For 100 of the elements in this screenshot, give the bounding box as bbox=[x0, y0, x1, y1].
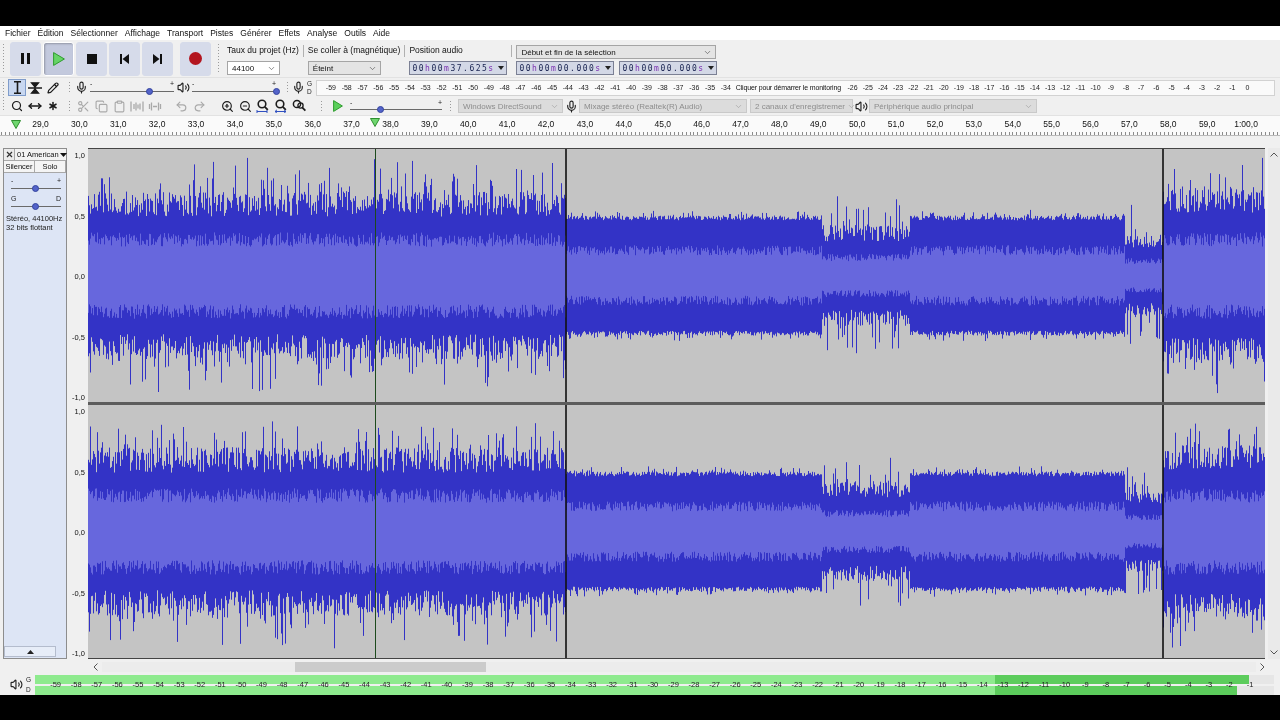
stop-button[interactable] bbox=[76, 41, 107, 76]
copy-icon bbox=[94, 99, 108, 113]
zoom-fit-selection-icon bbox=[256, 99, 270, 113]
menu-item[interactable]: Effets bbox=[278, 28, 301, 38]
menu-item[interactable]: Édition bbox=[37, 28, 64, 38]
time-label: 31,0 bbox=[109, 119, 127, 129]
menu-item[interactable]: Transport bbox=[167, 28, 204, 38]
scissors-icon bbox=[76, 99, 90, 113]
toolbar-grip-handle[interactable] bbox=[68, 100, 72, 112]
waveform-silence-icon bbox=[148, 100, 162, 112]
pause-icon bbox=[21, 53, 30, 64]
toolbar-grip-handle[interactable] bbox=[449, 100, 453, 112]
pencil-icon bbox=[47, 81, 59, 94]
menu-item[interactable]: Analyse bbox=[307, 28, 338, 38]
time-label: 43,0 bbox=[576, 119, 594, 129]
time-label: 42,0 bbox=[537, 119, 555, 129]
play-icon bbox=[333, 100, 343, 112]
chevron-left-icon[interactable] bbox=[93, 663, 98, 671]
time-label: 44,0 bbox=[615, 119, 633, 129]
time-label: 1:00,0 bbox=[1234, 119, 1258, 129]
menu-item[interactable]: Fichier bbox=[5, 28, 31, 38]
menu-item[interactable]: Affichage bbox=[124, 28, 161, 38]
draw-tool-button[interactable] bbox=[44, 79, 62, 96]
dropdown-triangle-icon[interactable] bbox=[708, 66, 715, 70]
time-label: 58,0 bbox=[1160, 119, 1177, 129]
toolbar-grip-handle[interactable] bbox=[320, 100, 324, 112]
selection-tool-button[interactable] bbox=[8, 79, 26, 96]
project-rate-dropdown[interactable]: 44100 bbox=[227, 61, 280, 75]
horizontal-scrollbar[interactable] bbox=[102, 662, 1256, 672]
time-label: 33,0 bbox=[187, 119, 205, 129]
i-beam-icon bbox=[12, 81, 22, 94]
play-at-speed-button[interactable] bbox=[330, 98, 346, 114]
fit-project-button[interactable] bbox=[272, 97, 290, 115]
snap-to-dropdown[interactable]: Éteint bbox=[307, 61, 381, 75]
caret-icon bbox=[59, 152, 67, 157]
recording-meter[interactable] bbox=[316, 79, 1275, 96]
time-label: 46,0 bbox=[693, 119, 710, 129]
time-label: 59,0 bbox=[1198, 119, 1216, 129]
time-label: 39,0 bbox=[421, 119, 438, 129]
menu-item[interactable]: Générer bbox=[240, 28, 272, 38]
speaker-icon[interactable] bbox=[176, 81, 190, 94]
envelope-tool-button[interactable] bbox=[26, 79, 44, 96]
chevron-down-icon[interactable] bbox=[1270, 650, 1278, 655]
record-button[interactable] bbox=[180, 41, 211, 76]
audio-position-field[interactable]: 00h00m37.625s bbox=[409, 61, 508, 75]
skip-to-end-button[interactable] bbox=[142, 41, 173, 76]
play-icon bbox=[52, 51, 65, 66]
slider-thumb[interactable] bbox=[146, 87, 154, 95]
time-label: 56,0 bbox=[1082, 119, 1099, 129]
selection-mode-dropdown[interactable]: Début et fin de la sélection bbox=[516, 45, 717, 59]
time-label: 53,0 bbox=[965, 119, 983, 129]
triangle-marker-icon bbox=[11, 119, 21, 129]
time-label: 35,0 bbox=[265, 119, 283, 129]
microphone-icon[interactable] bbox=[74, 81, 88, 94]
magnifier-icon bbox=[11, 100, 23, 112]
field-label: Position audio bbox=[409, 45, 464, 56]
speaker-icon[interactable] bbox=[854, 99, 868, 113]
time-label: 40,0 bbox=[459, 119, 477, 129]
time-label: 47,0 bbox=[732, 119, 749, 129]
playhead-marker-icon bbox=[370, 118, 380, 127]
timeline-ruler[interactable]: 29,0 30,0 31,0 32,0 33,0 34,0 35,0 36,0 37,0 38,0 39,0 40,0 41,0 42,0 43,0 44,0 45,0 46,0 47,0 48,0 49,0 50,0 51,0 52,0 53,0 54,0 55,0 56,0 57,0 58,0 59,0 1:00,0 bbox=[0, 116, 1280, 136]
toolbar-grip-handle[interactable] bbox=[2, 81, 6, 112]
slider-thumb[interactable] bbox=[31, 202, 39, 210]
close-icon bbox=[5, 151, 13, 158]
vertical-scrollbar[interactable] bbox=[1268, 148, 1280, 659]
toolbar-grip-handle[interactable] bbox=[2, 43, 6, 74]
chevron-right-icon[interactable] bbox=[1260, 663, 1265, 671]
skip-to-end-icon bbox=[153, 53, 162, 64]
scrollbar-thumb[interactable] bbox=[295, 662, 486, 672]
dropdown-triangle-icon[interactable] bbox=[605, 66, 612, 70]
time-label: 57,0 bbox=[1121, 119, 1138, 129]
toolbar-grip-handle[interactable] bbox=[217, 43, 221, 74]
slider-thumb[interactable] bbox=[376, 106, 384, 113]
menu-item[interactable]: Outils bbox=[344, 28, 367, 38]
microphone-icon[interactable] bbox=[291, 81, 305, 94]
slider-thumb[interactable] bbox=[31, 184, 39, 192]
pause-button[interactable] bbox=[10, 41, 41, 76]
record-icon bbox=[189, 52, 202, 65]
selection-start-field[interactable]: 00h00m00.000s bbox=[516, 61, 615, 75]
zoom-fit-project-icon bbox=[274, 99, 288, 113]
chevron-up-icon[interactable] bbox=[1270, 152, 1278, 157]
zoom-in-icon bbox=[220, 99, 234, 113]
collapse-button[interactable] bbox=[4, 646, 56, 657]
microphone-icon[interactable] bbox=[564, 99, 578, 113]
time-label: 29,0 bbox=[32, 119, 49, 129]
skip-to-start-button[interactable] bbox=[109, 41, 140, 76]
menu-item[interactable]: Sélectionner bbox=[70, 28, 118, 38]
time-label: 36,0 bbox=[304, 119, 321, 129]
stop-icon bbox=[86, 53, 97, 64]
menu-item[interactable]: Pistes bbox=[210, 28, 234, 38]
slider-thumb[interactable] bbox=[272, 87, 280, 95]
zoom-toggle-icon bbox=[292, 99, 306, 113]
skip-to-start-icon bbox=[120, 53, 129, 64]
zoom-out-icon bbox=[238, 99, 252, 113]
time-label: 38,0 bbox=[382, 119, 399, 129]
menu-item[interactable]: Aide bbox=[373, 28, 391, 38]
dropdown-triangle-icon[interactable] bbox=[498, 66, 505, 70]
selection-end-field[interactable]: 00h00m00.000s bbox=[619, 61, 718, 75]
speaker-icon[interactable] bbox=[9, 678, 23, 691]
field-label: Se coller à (magnétique) bbox=[307, 45, 401, 56]
